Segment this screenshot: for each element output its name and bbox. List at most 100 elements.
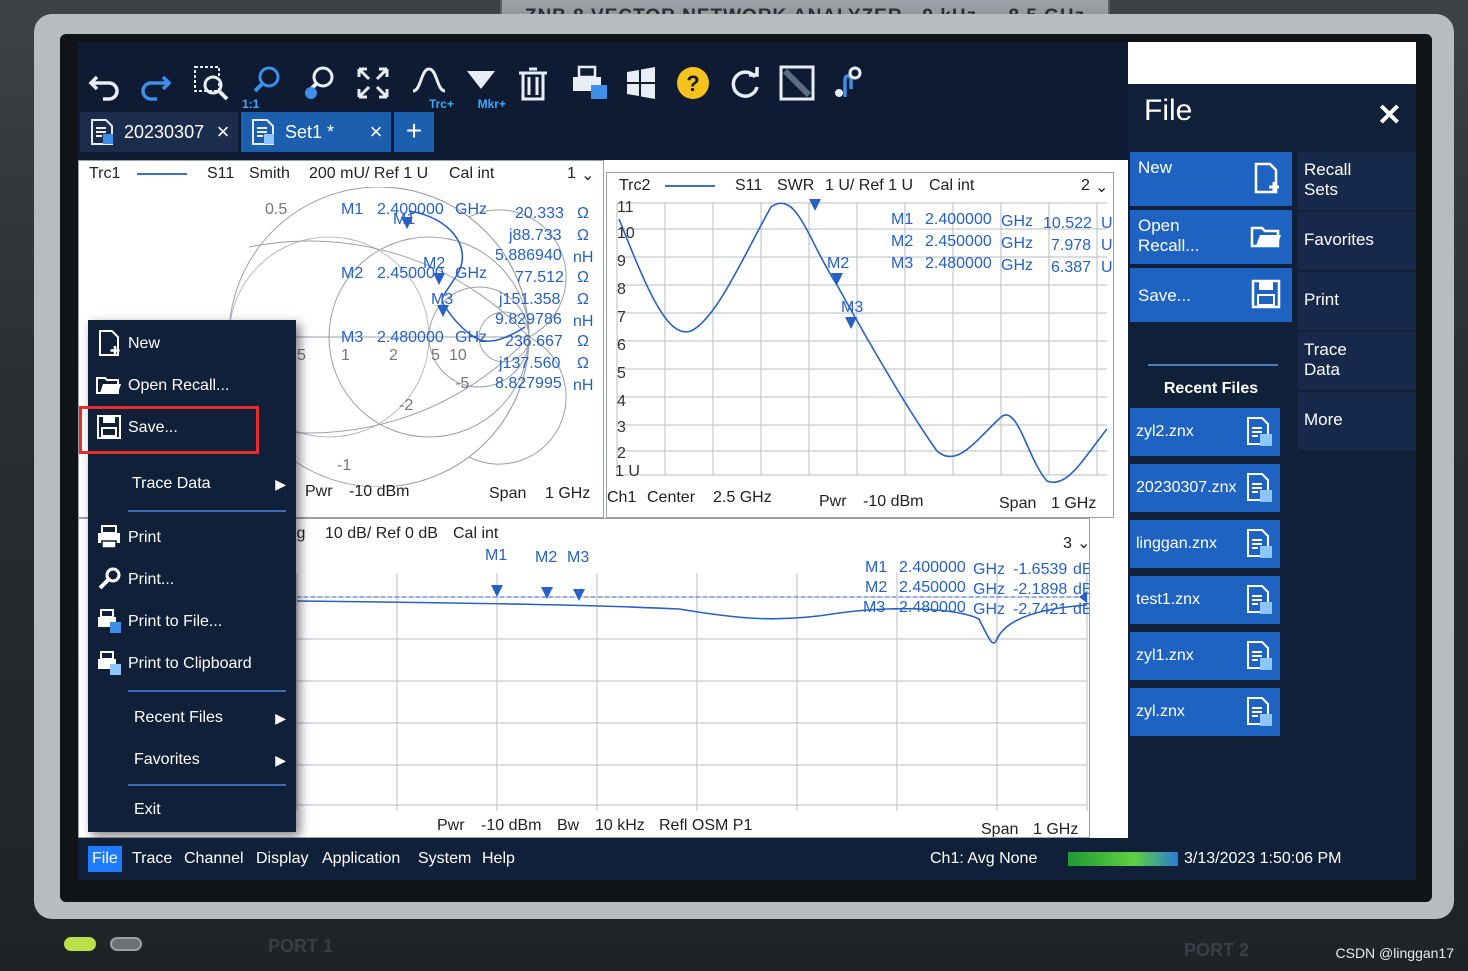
file-favorites-button[interactable]: Favorites [1298, 212, 1416, 270]
menu-item-recent-files[interactable]: Recent Files ▶ [88, 698, 296, 738]
menu-item-trace-data[interactable]: Trace Data ▶ [88, 464, 296, 504]
file-trace-data-button[interactable]: Trace Data [1298, 332, 1416, 390]
menu-item-open-recall[interactable]: Open Recall... [88, 366, 296, 406]
trace-cal[interactable]: Cal int [929, 177, 974, 195]
trace-scale[interactable]: 1 U/ Ref 1 U [825, 177, 913, 195]
tab-20230307[interactable]: 20230307 × [80, 112, 238, 152]
zoom-window-icon[interactable] [188, 60, 234, 106]
trace-param[interactable]: S11 [207, 165, 234, 183]
trace-name[interactable]: Trc1 [89, 165, 120, 183]
tab-set1[interactable]: Set1 * × [241, 112, 391, 152]
marker-value: j151.358 [499, 291, 561, 308]
span-value[interactable]: 1 GHz [1033, 821, 1078, 837]
add-trace-icon[interactable]: Trc+ [406, 60, 454, 110]
file-open-recall-button[interactable]: Open Recall... [1130, 210, 1292, 264]
trace-cal[interactable]: Cal int [453, 525, 498, 543]
recent-file-item[interactable]: zyl.znx [1130, 688, 1280, 736]
file-save-button[interactable]: Save... [1130, 268, 1292, 322]
zoom-settings-icon[interactable] [296, 60, 342, 106]
touch-icon[interactable] [826, 60, 872, 106]
svg-text:?: ? [686, 71, 699, 96]
close-icon[interactable]: × [365, 112, 387, 152]
span-value[interactable]: 1 GHz [545, 485, 590, 503]
marker-value-unit: dB [1073, 561, 1089, 578]
menu-item-print-to-file[interactable]: Print to File... [88, 602, 296, 642]
add-tab-button[interactable]: + [394, 112, 434, 152]
refresh-icon[interactable] [722, 60, 768, 106]
smith-grid-label: 5 [297, 347, 306, 364]
trace-param[interactable]: S11 [735, 177, 762, 195]
add-marker-icon[interactable]: Mkr+ [458, 60, 506, 110]
file-more-button[interactable]: More [1298, 392, 1416, 450]
recent-file-item[interactable]: linggan.znx [1130, 520, 1280, 568]
close-icon[interactable]: ✕ [1377, 98, 1402, 133]
bw-value[interactable]: 10 kHz [595, 817, 645, 835]
print-file-icon [98, 609, 121, 633]
menu-item-print-to-clipboard[interactable]: Print to Clipboard [88, 644, 296, 684]
diagram-swr[interactable]: Trc2 S11 SWR 1 U/ Ref 1 U Cal int 2 ⌄ 11… [606, 172, 1114, 518]
marker-value-unit: U [1101, 259, 1113, 276]
recent-file-item[interactable]: zyl1.znx [1130, 632, 1280, 680]
marker-name: M1 [891, 211, 914, 228]
recent-file-item[interactable]: zyl2.znx [1130, 408, 1280, 456]
redo-icon[interactable] [132, 60, 178, 106]
chevron-down-icon[interactable]: ⌄ [581, 165, 594, 185]
display-icon[interactable] [774, 60, 820, 106]
menu-item-print[interactable]: Print [88, 518, 296, 558]
delete-icon[interactable] [510, 60, 556, 106]
menu-item-exit[interactable]: Exit [88, 790, 296, 830]
smith-grid-label: -2 [399, 397, 414, 414]
close-icon[interactable]: × [212, 112, 234, 152]
menu-display[interactable]: Display [252, 846, 312, 872]
menu-system[interactable]: System [414, 846, 475, 872]
undo-icon[interactable] [82, 60, 128, 106]
windows-icon[interactable] [618, 60, 664, 106]
menu-item-new[interactable]: New [88, 324, 296, 364]
selection-highlight [79, 406, 259, 454]
fullscreen-icon[interactable] [350, 60, 396, 106]
print-save-icon[interactable] [566, 60, 612, 106]
trace-scale[interactable]: 10 dB/ Ref 0 dB [325, 525, 438, 543]
file-print-button[interactable]: Print [1298, 272, 1416, 330]
menu-trace[interactable]: Trace [128, 846, 176, 872]
divider [128, 690, 286, 692]
menu-item-label: Print [128, 529, 161, 546]
trace-name[interactable]: Trc2 [619, 177, 650, 195]
menu-application[interactable]: Application [318, 846, 404, 872]
marker-value-unit: Ω [577, 355, 589, 372]
zoom-1to1-icon[interactable]: 1:1 [242, 60, 288, 110]
chevron-down-icon[interactable]: ⌄ [1095, 177, 1108, 197]
document-icon [91, 119, 113, 145]
center-value[interactable]: 2.5 GHz [713, 489, 772, 507]
trace-cal[interactable]: Cal int [449, 165, 494, 183]
menu-item-print-settings[interactable]: Print... [88, 560, 296, 600]
trace-format[interactable]: Smith [249, 165, 290, 183]
recent-file-item[interactable]: test1.znx [1130, 576, 1280, 624]
file-recall-sets-button[interactable]: Recall Sets [1298, 152, 1416, 210]
refl-label[interactable]: Refl OSM P1 [659, 817, 752, 835]
recent-file-item[interactable]: 20230307.znx [1130, 464, 1280, 512]
pwr-value[interactable]: -10 dBm [863, 493, 923, 511]
menu-item-label: Exit [134, 801, 161, 818]
span-value[interactable]: 1 GHz [1051, 495, 1096, 513]
center-label: Center [647, 489, 696, 506]
diagram1-header: Trc1 S11 Smith 200 mU/ Ref 1 U Cal int 1… [79, 161, 603, 187]
pwr-label: Pwr [819, 493, 847, 510]
help-icon[interactable]: ? [670, 60, 716, 106]
pwr-value[interactable]: -10 dBm [481, 817, 541, 835]
trace-scale[interactable]: 200 mU/ Ref 1 U [309, 165, 428, 183]
recent-file-name: linggan.znx [1136, 535, 1217, 552]
menu-file[interactable]: File [88, 846, 122, 872]
recent-file-name: zyl1.znx [1136, 647, 1194, 664]
avg-status[interactable]: Ch1: Avg None [930, 846, 1037, 872]
file-new-button[interactable]: New [1130, 152, 1292, 206]
y-tick: 8 [617, 281, 626, 298]
menu-help[interactable]: Help [478, 846, 519, 872]
marker-value: -2.7421 [1013, 601, 1068, 618]
marker-m1-icon [491, 585, 503, 597]
trace-format[interactable]: SWR [777, 177, 814, 195]
menu-channel[interactable]: Channel [180, 846, 248, 872]
pwr-value[interactable]: -10 dBm [349, 483, 409, 501]
channel-label[interactable]: Ch1 [607, 489, 636, 507]
menu-item-favorites[interactable]: Favorites ▶ [88, 740, 296, 780]
